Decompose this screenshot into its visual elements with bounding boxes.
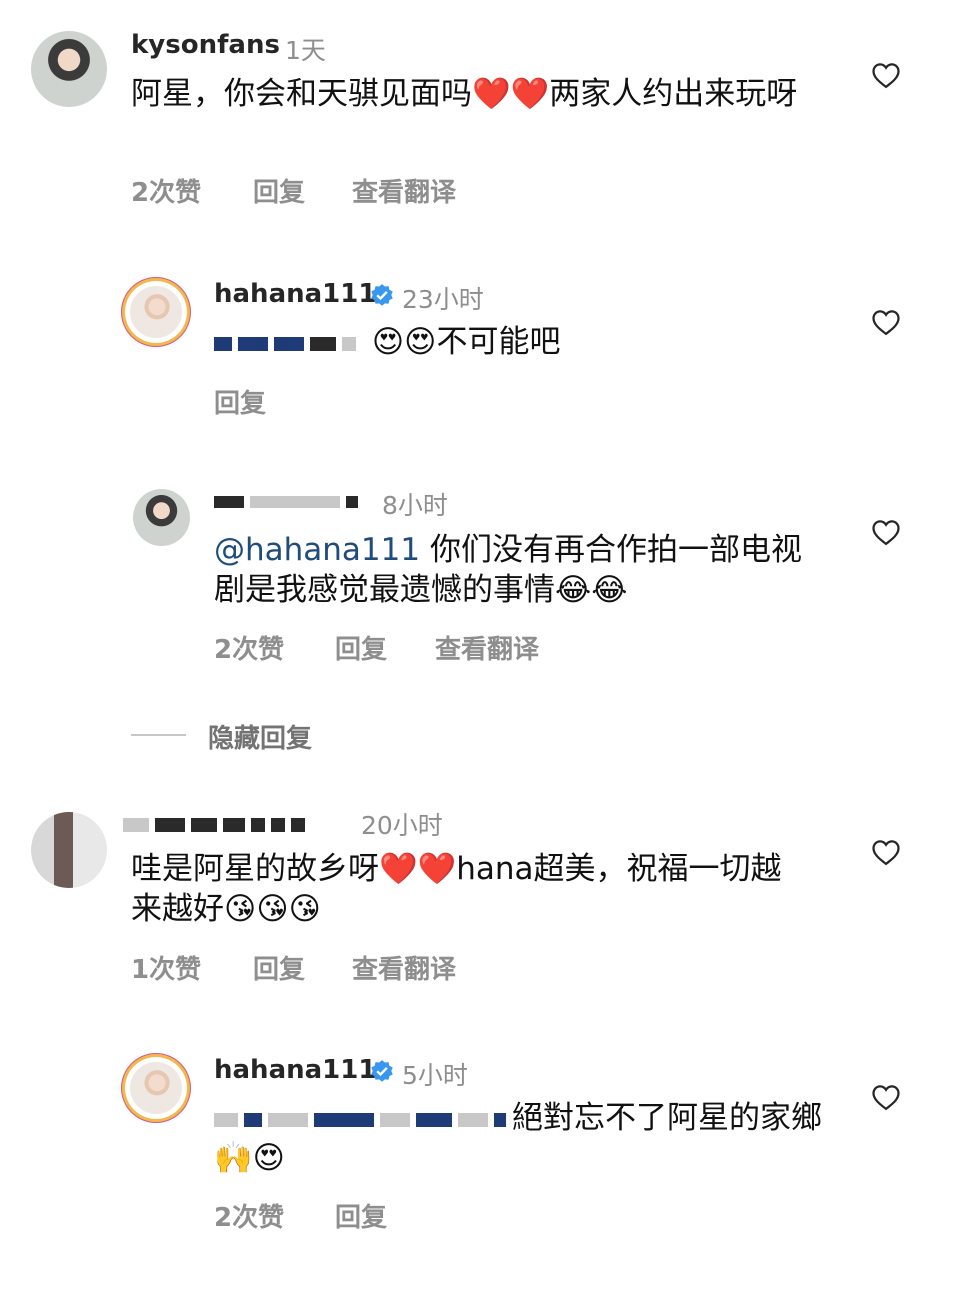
avatar[interactable] [31, 812, 107, 888]
like-count[interactable]: 2次赞 [214, 1197, 284, 1234]
avatar[interactable] [31, 31, 107, 107]
username[interactable]: kysonfans [131, 30, 280, 60]
avatar[interactable] [125, 1057, 187, 1119]
avatar[interactable] [125, 281, 187, 343]
translate-button[interactable]: 查看翻译 [352, 172, 456, 209]
comment-time: 5小时 [402, 1061, 468, 1090]
redacted-username [214, 491, 364, 510]
like-count[interactable]: 2次赞 [214, 629, 284, 666]
verified-badge-icon [371, 284, 393, 306]
like-count[interactable]: 2次赞 [131, 172, 201, 209]
translate-button[interactable]: 查看翻译 [352, 949, 456, 986]
hide-replies-divider [131, 734, 186, 736]
reply-button[interactable]: 回复 [253, 949, 305, 986]
verified-badge-icon [371, 1060, 393, 1082]
username[interactable]: hahana111 [214, 1055, 376, 1085]
heart-outline-icon[interactable] [871, 1083, 901, 1111]
comment-text-row: 絕對忘不了阿星的家鄉🙌😍 [214, 1098, 824, 1178]
heart-outline-icon[interactable] [871, 518, 901, 546]
reply-button[interactable]: 回复 [253, 172, 305, 209]
comment-time: 23小时 [402, 285, 484, 314]
redacted-username [123, 814, 311, 833]
reply-button[interactable]: 回复 [214, 383, 266, 420]
username[interactable]: hahana111 [214, 279, 376, 309]
comment-time: 8小时 [382, 491, 448, 520]
redacted-mention [214, 324, 372, 360]
heart-outline-icon[interactable] [871, 838, 901, 866]
comment-text: 哇是阿星的故乡呀❤️❤️hana超美，祝福一切越来越好😘😘😘 [131, 851, 782, 927]
heart-outline-icon[interactable] [871, 308, 901, 336]
mention-link[interactable]: @hahana111 [214, 532, 420, 568]
comment-time: 20小时 [361, 811, 443, 840]
reply-button[interactable]: 回复 [335, 1197, 387, 1234]
redacted-mention [214, 1100, 512, 1136]
comment-text-row: 😍😍不可能吧 [214, 322, 854, 362]
comment-time: 1天 [285, 36, 326, 65]
heart-outline-icon[interactable] [871, 61, 901, 89]
comment-text-row: @hahana111 你们没有再合作拍一部电视剧是我感觉最遗憾的事情😂😂 [214, 530, 814, 610]
like-count[interactable]: 1次赞 [131, 949, 201, 986]
reply-button[interactable]: 回复 [335, 629, 387, 666]
hide-replies-button[interactable]: 隐藏回复 [208, 718, 312, 755]
comment-text: 阿星，你会和天骐见面吗❤️❤️两家人约出来玩呀 [131, 76, 798, 112]
avatar[interactable] [133, 489, 190, 546]
comment-text: 😍😍不可能吧 [371, 324, 561, 360]
translate-button[interactable]: 查看翻译 [435, 629, 539, 666]
